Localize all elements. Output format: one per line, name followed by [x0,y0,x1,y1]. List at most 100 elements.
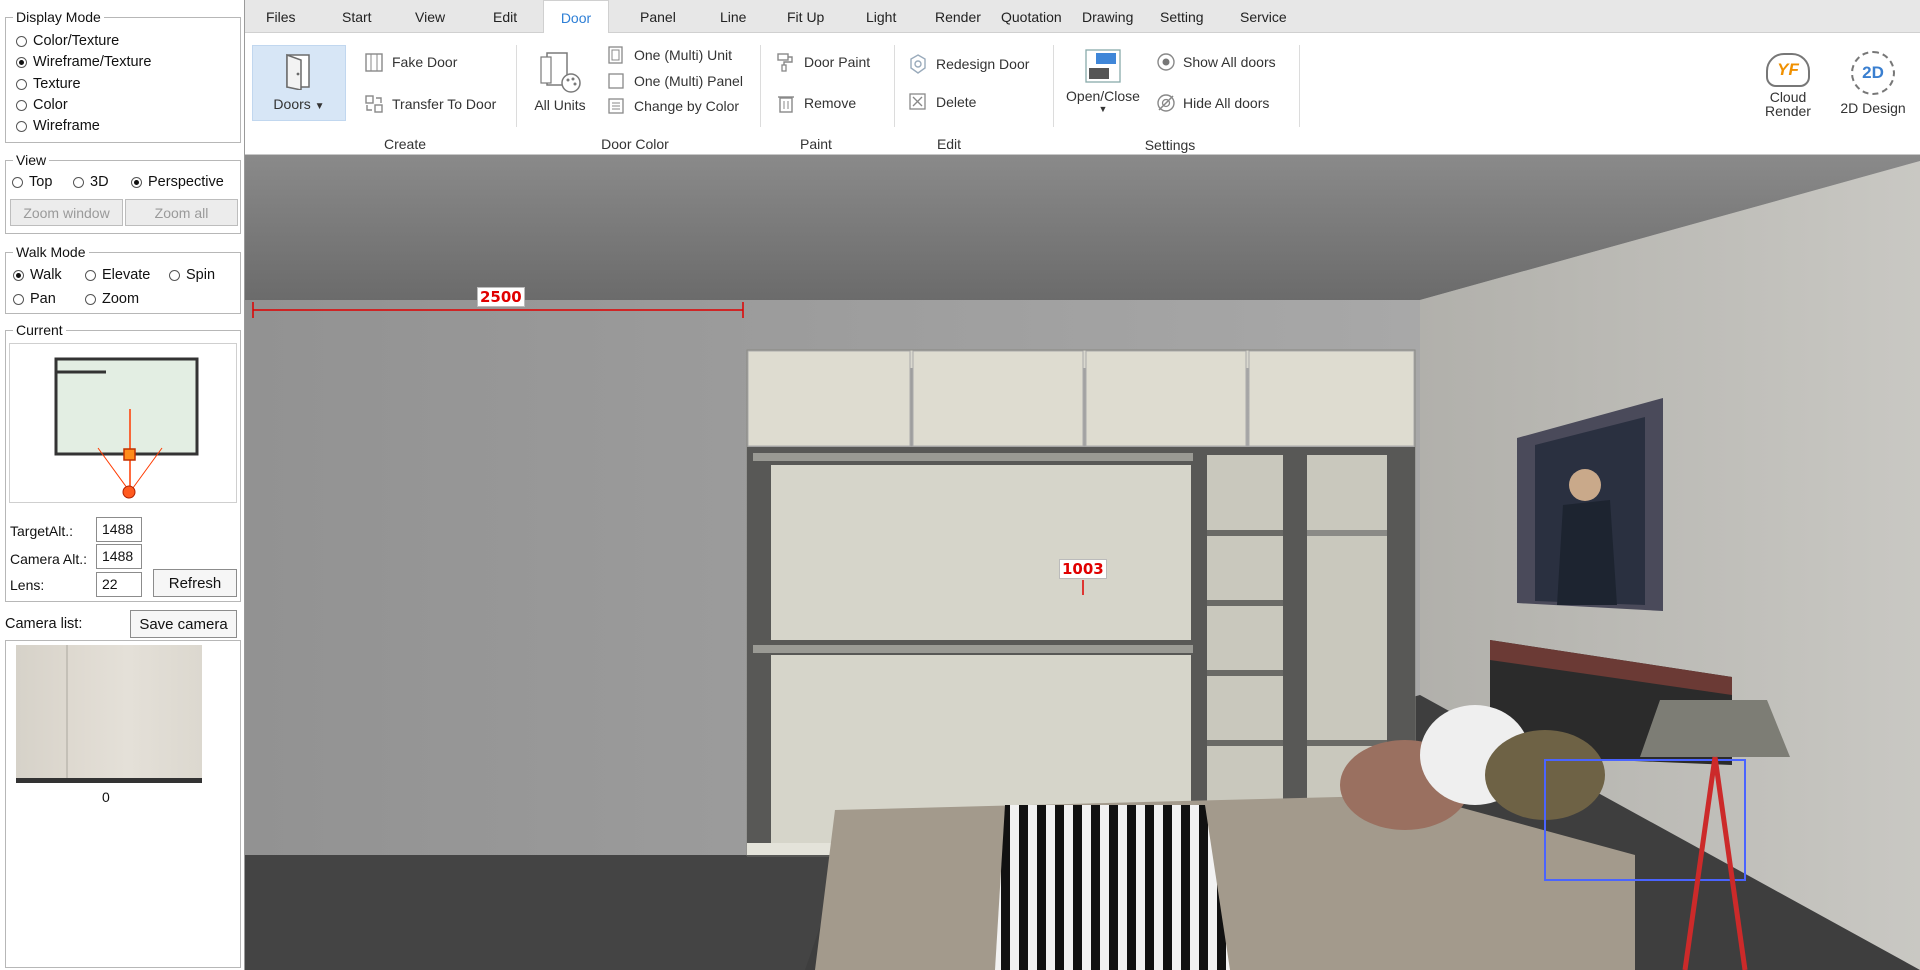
fake-door-button[interactable]: Fake Door [364,52,457,72]
transfer-to-door-label: Transfer To Door [392,96,497,112]
one-multi-unit-button[interactable]: One (Multi) Unit [606,45,732,65]
view-group: View Top 3D Perspective Zoom window Zoom… [5,152,241,234]
radio-label: Perspective [148,174,224,190]
target-alt-label: TargetAlt.: [10,523,74,539]
delete-button[interactable]: Delete [908,92,976,112]
radio-color-texture[interactable]: Color/Texture [16,33,119,49]
ribbon-separator [1053,45,1054,127]
ribbon-separator [516,45,517,127]
zoom-all-button[interactable]: Zoom all [125,199,238,226]
open-close-icon [1085,49,1121,83]
radio-label: Texture [33,76,81,92]
redesign-gear-icon [908,54,928,74]
all-units-button[interactable]: All Units [525,49,595,113]
redesign-door-button[interactable]: Redesign Door [908,54,1029,74]
tab-drawing[interactable]: Drawing [1082,0,1133,33]
current-title: Current [13,322,66,338]
show-all-doors-label: Show All doors [1183,54,1276,70]
ribbon-separator [760,45,761,127]
one-multi-panel-button[interactable]: One (Multi) Panel [606,71,743,91]
camera-thumbnail[interactable] [16,645,202,783]
radio-texture[interactable]: Texture [16,76,81,92]
tab-fit-up[interactable]: Fit Up [787,0,824,33]
radio-label: Color [33,97,68,113]
radio-dot [16,120,27,132]
transfer-icon [364,94,384,114]
camera-list-label: Camera list: [5,616,83,632]
radio-zoom[interactable]: Zoom [85,291,139,307]
remove-label: Remove [804,95,857,111]
camera-alt-label: Camera Alt.: [10,551,88,567]
2d-badge-text: 2D [1862,63,1884,82]
radio-label: Walk [30,267,62,283]
lens-input[interactable]: 22 [96,572,142,597]
radio-dot [73,176,84,188]
create-group-label: Create [383,136,427,152]
show-all-doors-button[interactable]: Show All doors [1155,52,1276,72]
all-units-icon [540,52,581,93]
2d-design-button[interactable]: 2D 2D Design [1833,51,1913,116]
edit-group-label: Edit [936,136,962,152]
radio-wireframe[interactable]: Wireframe [16,118,100,134]
radio-dot [16,99,27,111]
open-close-button[interactable]: Open/Close ▼ [1065,48,1141,114]
tab-view[interactable]: View [415,0,445,33]
radio-spin[interactable]: Spin [169,267,215,283]
radio-elevate[interactable]: Elevate [85,267,150,283]
doors-dropdown-button[interactable]: Doors ▼ [252,45,346,121]
cloud-render-button[interactable]: YF Cloud Render [1753,53,1823,118]
dropdown-arrow-icon: ▼ [1098,104,1108,114]
radio-view-top[interactable]: Top [12,174,52,190]
one-multi-panel-label: One (Multi) Panel [634,73,743,89]
tab-light[interactable]: Light [866,0,896,33]
tab-service[interactable]: Service [1240,0,1287,33]
refresh-button[interactable]: Refresh [153,569,237,597]
height-dimension-label[interactable]: 1003 [1059,559,1107,579]
unit-icon [606,45,626,65]
remove-button[interactable]: Remove [776,93,856,113]
menu-tab-bar: Files Start View Edit Door Panel Line Fi… [245,0,1920,34]
3d-viewport[interactable]: 2500 1003 [245,155,1920,970]
save-camera-button[interactable]: Save camera [130,610,237,638]
radio-walk[interactable]: Walk [13,267,62,283]
radio-color[interactable]: Color [16,97,68,113]
tab-files[interactable]: Files [266,0,296,33]
radio-view-perspective[interactable]: Perspective [131,174,224,190]
radio-view-3d[interactable]: 3D [73,174,109,190]
tab-render[interactable]: Render [935,0,981,33]
hide-all-doors-button[interactable]: Hide All doors [1155,93,1269,113]
radio-dot [169,269,180,281]
tab-edit[interactable]: Edit [493,0,517,33]
lens-label: Lens: [10,577,45,593]
tab-door[interactable]: Door [543,0,609,34]
all-units-label: All Units [534,97,586,113]
eye-icon [1155,52,1175,72]
display-mode-title: Display Mode [13,9,104,25]
radio-pan[interactable]: Pan [13,291,56,307]
width-dimension-label[interactable]: 2500 [477,287,525,307]
camera-alt-input[interactable]: 1488 [96,544,142,569]
camera-minimap[interactable] [9,343,237,503]
color-list-icon [606,96,626,116]
door-icon [286,53,310,90]
view-title: View [13,152,50,168]
doors-label-wrap: Doors ▼ [273,96,324,112]
tab-quotation[interactable]: Quotation [1001,0,1062,33]
cloud-logo-text: YF [1777,60,1799,79]
tab-start[interactable]: Start [342,0,372,33]
radio-dot-selected [16,56,27,68]
radio-label: Wireframe/Texture [33,54,152,70]
door-paint-button[interactable]: Door Paint [776,52,870,72]
top-cabinet-door [747,350,911,447]
tab-panel[interactable]: Panel [640,0,676,33]
radio-wireframe-texture[interactable]: Wireframe/Texture [16,54,151,70]
cloud-logo-icon: YF [1766,53,1810,87]
transfer-to-door-button[interactable]: Transfer To Door [364,94,496,114]
tab-setting[interactable]: Setting [1160,0,1204,33]
change-by-color-button[interactable]: Change by Color [606,96,739,116]
2d-design-label: 2D Design [1840,100,1906,116]
tab-line[interactable]: Line [720,0,746,33]
zoom-window-button[interactable]: Zoom window [10,199,123,226]
target-alt-input[interactable]: 1488 [96,517,142,542]
radio-dot-selected [131,176,142,188]
